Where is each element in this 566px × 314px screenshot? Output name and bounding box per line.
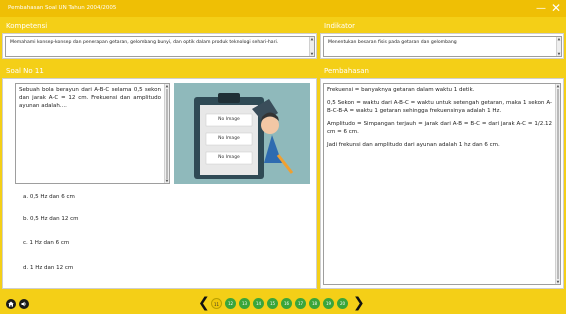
indikator-text: Menentukan besaran fisis pada getaran da… — [328, 40, 457, 45]
pembahasan-scrollbar[interactable]: ▲ ▼ — [555, 84, 560, 284]
indikator-textbox[interactable]: Menentukan besaran fisis pada getaran da… — [323, 36, 562, 57]
question-textbox[interactable]: Sebuah bola berayun dari A-B-C selama 0,… — [15, 83, 170, 184]
image-placeholder-label: No Image — [218, 136, 240, 141]
question-illustration: No Image No Image No Image — [174, 83, 310, 184]
page-button-20[interactable]: 20 — [337, 298, 348, 309]
page-button-17[interactable]: 17 — [295, 298, 306, 309]
question-text: Sebuah bola berayun dari A-B-C selama 0,… — [19, 87, 161, 109]
pembahasan-label: Pembahasan — [324, 67, 369, 75]
page-button-19[interactable]: 19 — [323, 298, 334, 309]
answer-option-b[interactable]: b. 0,5 Hz dan 12 cm — [23, 216, 78, 222]
page-button-18[interactable]: 18 — [309, 298, 320, 309]
indikator-header: Indikator — [320, 19, 564, 33]
soal-panel: Sebuah bola berayun dari A-B-C selama 0,… — [2, 78, 317, 289]
kompetensi-textbox[interactable]: Memahami konsep-konsep dan penerapan get… — [5, 36, 315, 57]
soal-header: Soal No 11 — [2, 64, 317, 78]
indikator-scrollbar[interactable]: ▲ ▼ — [556, 37, 561, 56]
title-bar: Pembahasan Soal UN Tahun 2004/2005 — [0, 0, 566, 17]
home-icon — [8, 301, 14, 307]
page-button-15[interactable]: 15 — [267, 298, 278, 309]
speaker-icon — [21, 301, 27, 307]
kompetensi-label: Kompetensi — [6, 22, 48, 30]
answer-option-c[interactable]: c. 1 Hz dan 6 cm — [23, 240, 69, 246]
footer-bar: ❮ 11 12 13 14 15 16 17 18 19 20 ❯ — [0, 294, 566, 314]
close-button[interactable]: ✕ — [551, 0, 561, 17]
pembahasan-paragraph: Amplitudo = Simpangan terjauh = jarak da… — [327, 121, 552, 135]
indikator-panel: Menentukan besaran fisis pada getaran da… — [320, 33, 564, 59]
app-window: Pembahasan Soal UN Tahun 2004/2005 — ✕ K… — [0, 0, 566, 314]
page-button-13[interactable]: 13 — [239, 298, 250, 309]
kompetensi-header: Kompetensi — [2, 19, 317, 33]
home-button[interactable] — [6, 299, 16, 309]
minimize-button[interactable]: — — [536, 0, 546, 17]
scroll-thumb[interactable] — [166, 89, 168, 179]
next-page-button[interactable]: ❯ — [353, 296, 365, 310]
kompetensi-scrollbar[interactable]: ▲ ▼ — [309, 37, 314, 56]
page-button-16[interactable]: 16 — [281, 298, 292, 309]
scroll-down-icon[interactable]: ▼ — [310, 52, 314, 56]
pembahasan-paragraph: Jadi frekunsi dan amplitudo dari ayunan … — [327, 142, 500, 148]
scroll-up-icon[interactable]: ▲ — [557, 37, 561, 41]
scroll-up-icon[interactable]: ▲ — [310, 37, 314, 41]
kompetensi-panel: Memahami konsep-konsep dan penerapan get… — [2, 33, 317, 59]
pembahasan-paragraph: 0,5 Sekon = waktu dari A-B-C = waktu unt… — [327, 100, 552, 114]
page-button-12[interactable]: 12 — [225, 298, 236, 309]
answer-option-d[interactable]: d. 1 Hz dan 12 cm — [23, 265, 73, 271]
pembahasan-paragraph: Frekuensi = banyaknya getaran dalam wakt… — [327, 87, 475, 93]
kompetensi-text: Memahami konsep-konsep dan penerapan get… — [10, 40, 279, 45]
image-placeholder-label: No Image — [218, 155, 240, 160]
window-title: Pembahasan Soal UN Tahun 2004/2005 — [8, 5, 117, 11]
page-button-14[interactable]: 14 — [253, 298, 264, 309]
image-placeholder-label: No Image — [218, 117, 240, 122]
sound-button[interactable] — [19, 299, 29, 309]
scroll-down-icon[interactable]: ▼ — [165, 179, 169, 183]
scroll-down-icon[interactable]: ▼ — [557, 52, 561, 56]
pembahasan-textbox[interactable]: Frekuensi = banyaknya getaran dalam wakt… — [323, 83, 561, 285]
indikator-label: Indikator — [324, 22, 356, 30]
question-scrollbar[interactable]: ▲ ▼ — [164, 84, 169, 183]
pembahasan-header: Pembahasan — [320, 64, 564, 78]
scroll-up-icon[interactable]: ▲ — [165, 84, 169, 88]
answer-option-a[interactable]: a. 0,5 Hz dan 6 cm — [23, 194, 75, 200]
scroll-down-icon[interactable]: ▼ — [556, 280, 560, 284]
page-button-11[interactable]: 11 — [211, 298, 222, 309]
soal-label: Soal No 11 — [6, 67, 44, 75]
scroll-thumb[interactable] — [557, 89, 559, 279]
prev-page-button[interactable]: ❮ — [198, 296, 210, 310]
pembahasan-panel: Frekuensi = banyaknya getaran dalam wakt… — [320, 78, 564, 289]
scroll-up-icon[interactable]: ▲ — [556, 84, 560, 88]
